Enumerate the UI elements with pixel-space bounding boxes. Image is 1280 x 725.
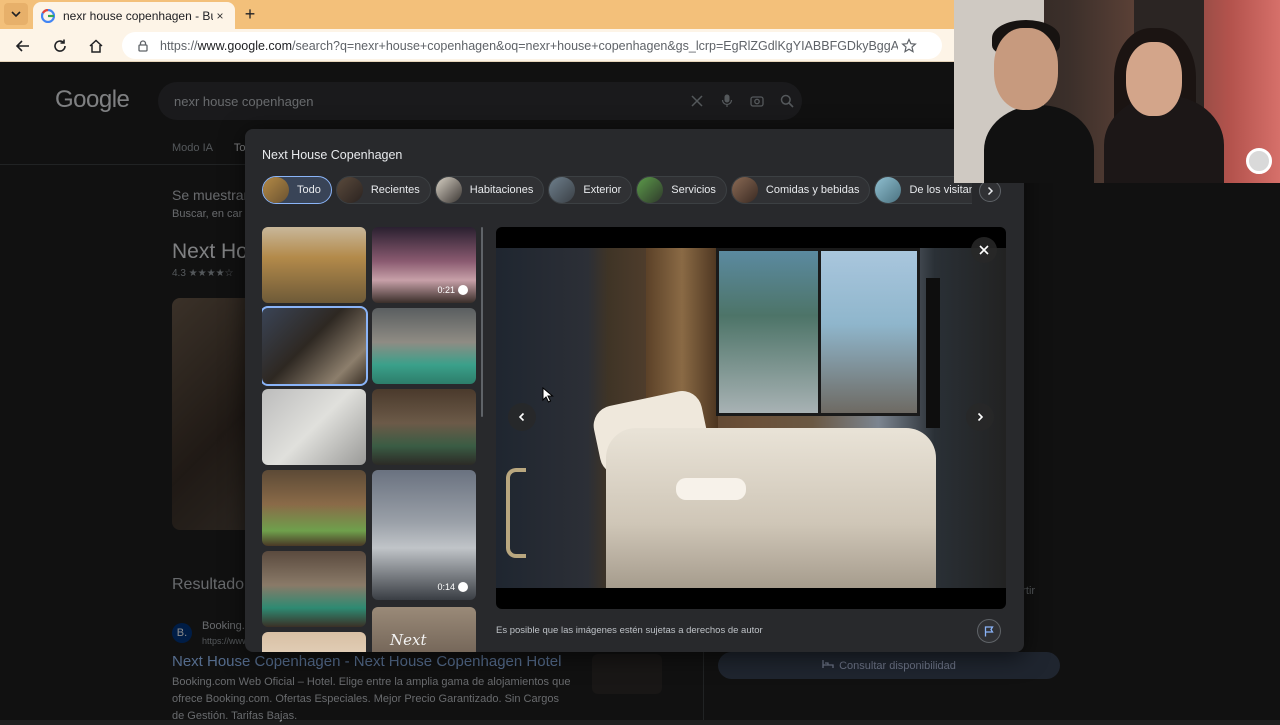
back-button[interactable] — [12, 35, 34, 57]
chip-label: Servicios — [671, 184, 716, 196]
thumbnail[interactable] — [262, 389, 366, 465]
copyright-notice: Es posible que las imágenes estén sujeta… — [496, 625, 763, 636]
browser-tabbar: nexr house copenhagen - Buscar × + — [0, 0, 954, 29]
video-duration: 0:21 — [437, 285, 468, 295]
video-duration: 0:14 — [437, 582, 468, 592]
tab-list-button[interactable] — [4, 3, 28, 25]
chip-label: Exterior — [583, 184, 622, 196]
chip-thumbnail — [435, 177, 462, 203]
chevron-right-icon — [977, 412, 984, 422]
new-tab-button[interactable]: + — [240, 4, 260, 24]
home-icon — [89, 39, 103, 53]
thumbnail-selected[interactable] — [262, 306, 368, 386]
google-favicon-icon — [41, 8, 55, 23]
chip-thumbnail — [875, 177, 902, 203]
chip-thumbnail — [549, 177, 576, 203]
chip-thumbnail — [637, 177, 664, 203]
play-icon — [458, 285, 468, 295]
close-icon — [979, 245, 989, 255]
browser-tab[interactable]: nexr house copenhagen - Buscar × — [33, 2, 235, 29]
thumbnail-video[interactable]: 0:21 — [372, 227, 476, 303]
url-domain: www.google.com — [197, 38, 293, 53]
reload-icon — [54, 39, 66, 52]
thumbnail[interactable] — [262, 632, 366, 652]
mouse-cursor-icon — [542, 387, 554, 403]
brand-wordmark: Next House — [390, 631, 438, 652]
image-viewer-modal: Next House Copenhagen Todo Recientes Hab… — [245, 129, 1024, 652]
arrow-left-icon — [15, 40, 29, 52]
url-prefix: https:// — [160, 38, 198, 53]
url-rest: /search?q=nexr+house+copenhagen&oq=nexr+… — [292, 38, 898, 53]
thumbnail[interactable] — [372, 389, 476, 465]
webcam-logo-icon — [1246, 148, 1272, 174]
thumbnail[interactable] — [262, 227, 366, 303]
webcam-overlay — [954, 0, 1280, 183]
chip-exterior[interactable]: Exterior — [548, 176, 633, 204]
chip-thumbnail — [336, 177, 363, 203]
chevron-right-icon — [987, 186, 994, 196]
chip-habitaciones[interactable]: Habitaciones — [434, 176, 545, 204]
address-bar[interactable]: https://www.google.com/search?q=nexr+hou… — [122, 32, 942, 59]
chip-label: Habitaciones — [469, 184, 534, 196]
next-image-button[interactable] — [966, 403, 994, 431]
tab-close-button[interactable]: × — [213, 9, 227, 23]
thumbnail-grid: 0:21 0:14 Next House — [262, 227, 476, 652]
chip-label: Todo — [297, 184, 321, 196]
play-icon — [458, 582, 468, 592]
url-text: https://www.google.com/search?q=nexr+hou… — [160, 39, 898, 53]
thumbnail[interactable] — [262, 470, 366, 546]
thumbnail[interactable] — [372, 308, 476, 384]
tab-title: nexr house copenhagen - Buscar — [63, 8, 213, 23]
chevron-left-icon — [518, 412, 525, 422]
site-info-icon[interactable] — [136, 39, 150, 53]
reload-button[interactable] — [49, 35, 71, 57]
chip-recientes[interactable]: Recientes — [335, 176, 431, 204]
chip-thumbnail — [263, 177, 289, 203]
thumbnail[interactable] — [262, 551, 366, 627]
photo-category-chips: Todo Recientes Habitaciones Exterior Ser… — [262, 176, 972, 206]
chip-label: Recientes — [370, 184, 420, 196]
chip-label: Comidas y bebidas — [765, 184, 860, 196]
main-image-viewer — [496, 227, 1006, 609]
chip-comidas-y-bebidas[interactable]: Comidas y bebidas — [730, 176, 871, 204]
chevron-down-icon — [11, 11, 21, 18]
report-image-button[interactable] — [977, 619, 1001, 643]
browser-navbar: https://www.google.com/search?q=nexr+hou… — [0, 29, 954, 62]
thumbnail-scrollbar[interactable] — [481, 227, 483, 417]
thumbnail-video[interactable]: 0:14 — [372, 470, 476, 600]
chip-label: De los visitantes — [909, 184, 972, 196]
flag-icon — [984, 625, 994, 636]
main-image[interactable] — [496, 248, 1006, 588]
previous-image-button[interactable] — [508, 403, 536, 431]
modal-title: Next House Copenhagen — [262, 148, 403, 162]
chip-todo[interactable]: Todo — [262, 176, 332, 204]
chips-next-button[interactable] — [979, 180, 1001, 202]
chip-thumbnail — [731, 177, 758, 203]
bookmark-star-icon[interactable] — [898, 37, 920, 54]
close-viewer-button[interactable] — [971, 237, 997, 263]
thumbnail-brand[interactable]: Next House — [372, 607, 476, 652]
chip-servicios[interactable]: Servicios — [636, 176, 727, 204]
home-button[interactable] — [85, 35, 107, 57]
